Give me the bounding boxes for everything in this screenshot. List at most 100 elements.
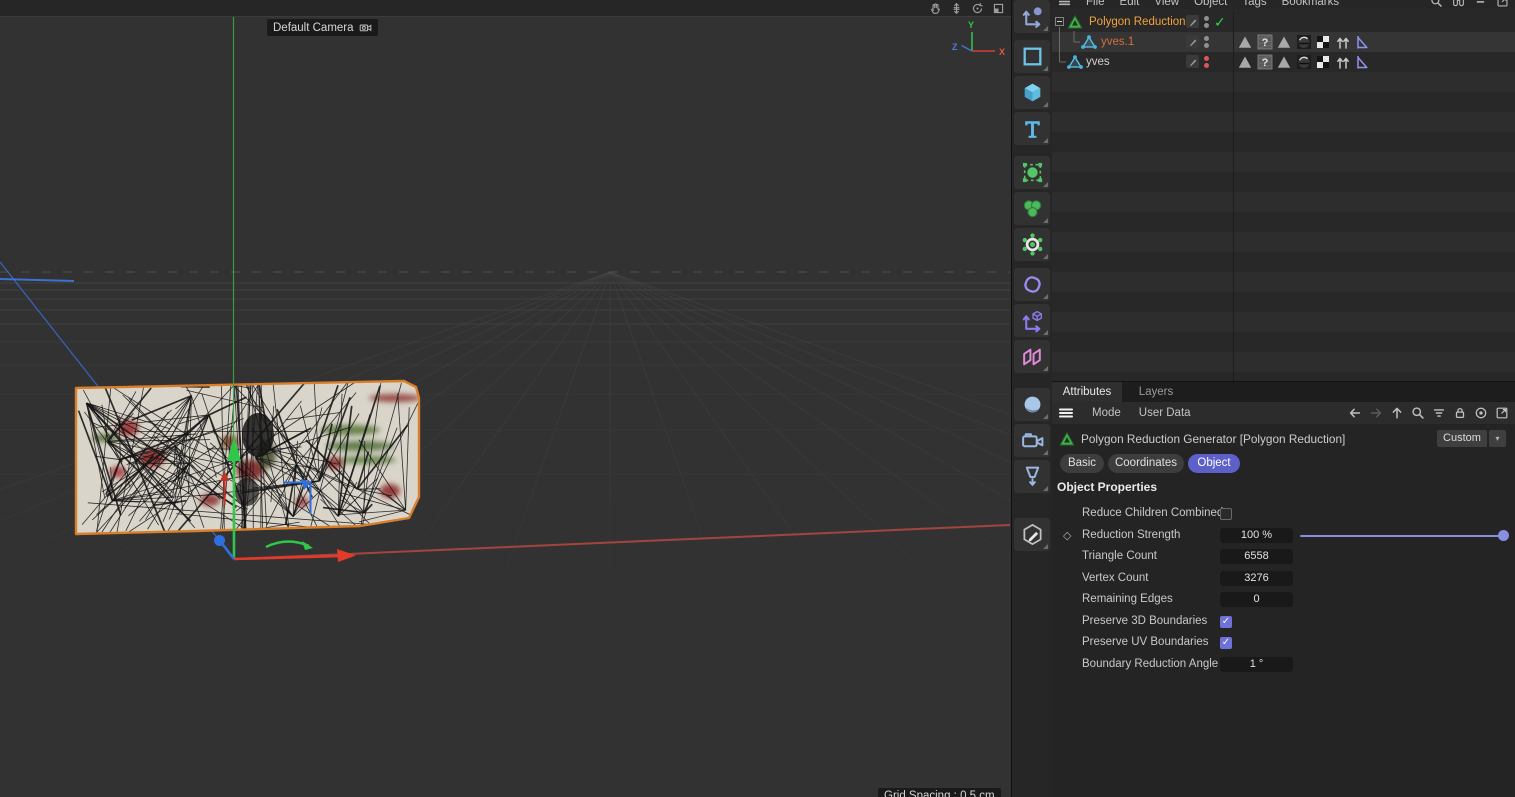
popout-icon[interactable] [1496, 0, 1509, 8]
render-visibility-dot-off[interactable] [1204, 63, 1209, 68]
user-data-menu[interactable]: User Data [1139, 407, 1191, 419]
mograph-tool-icon[interactable] [1014, 304, 1050, 337]
om-burger-icon[interactable] [1058, 0, 1071, 8]
tree-collapse-toggle[interactable] [1055, 17, 1064, 26]
selection-flag-tag-icon[interactable] [1354, 54, 1370, 70]
environment-tool-icon[interactable] [1014, 388, 1050, 421]
search-icon[interactable] [1411, 406, 1425, 420]
polygon-reduced-mesh[interactable] [76, 374, 421, 543]
binoculars-icon[interactable] [1452, 0, 1465, 8]
enable-toggle[interactable] [1186, 15, 1199, 28]
back-icon[interactable] [1348, 406, 1362, 420]
editor-visibility-dot-off[interactable] [1204, 56, 1209, 61]
preset-dropdown-arrow[interactable]: ▾ [1489, 430, 1506, 447]
camera-label-hud[interactable]: Default Camera [267, 19, 378, 36]
keyframe-diamond-icon[interactable]: ◇ [1063, 529, 1071, 542]
up-icon[interactable] [1390, 406, 1404, 420]
tab-object[interactable]: Object [1188, 454, 1240, 473]
material-tag-icon[interactable] [1296, 34, 1312, 50]
material-edit-tool-icon[interactable] [1014, 518, 1050, 551]
value-field[interactable]: 3276 [1220, 571, 1293, 586]
fields-tool-icon[interactable] [1014, 340, 1050, 373]
prop-row-preserve-uv-boundaries: Preserve UV Boundaries✓ [1052, 633, 1515, 653]
object-name-polygon-reduction[interactable]: Polygon Reduction [1089, 12, 1186, 32]
normals-tag-icon[interactable] [1335, 34, 1351, 50]
value-field[interactable]: 0 [1220, 592, 1293, 607]
uvw-tag-icon[interactable] [1315, 34, 1331, 50]
om-row-polygon-reduction[interactable]: Polygon Reduction ✓ [1052, 12, 1515, 32]
phong-tag-icon[interactable] [1237, 34, 1253, 50]
om-menu-tags[interactable]: Tags [1242, 0, 1266, 8]
preset-dropdown[interactable]: Custom [1437, 430, 1487, 447]
move-tool-icon[interactable] [1014, 0, 1050, 33]
editor-visibility-dot[interactable] [1204, 36, 1209, 41]
tab-basic[interactable]: Basic [1060, 454, 1104, 473]
om-menu-object[interactable]: Object [1194, 0, 1227, 8]
phong-tag-icon[interactable] [1276, 34, 1292, 50]
om-row-stripe [1052, 112, 1515, 132]
viewport-canvas[interactable]: YXZ [0, 0, 1011, 797]
forward-icon[interactable] [1369, 406, 1383, 420]
value-field[interactable]: 6558 [1220, 549, 1293, 564]
generator-tool-icon[interactable] [1014, 156, 1050, 189]
target-icon[interactable] [1474, 406, 1488, 420]
pan-hand-icon[interactable] [929, 2, 942, 15]
minimize-icon[interactable] [1474, 0, 1487, 8]
checkbox-checked[interactable]: ✓ [1220, 637, 1232, 649]
object-name-yves[interactable]: yves [1086, 52, 1110, 72]
om-row-stripe [1052, 372, 1515, 381]
viewport-3d[interactable]: YXZ Default Camera Grid Spacing : 0.5 cm [0, 0, 1011, 797]
slider-knob[interactable] [1498, 530, 1509, 541]
uvw-tag-icon[interactable] [1315, 54, 1331, 70]
checkbox-checked[interactable]: ✓ [1220, 616, 1232, 628]
camera-swap-icon[interactable] [359, 21, 372, 34]
tab-coordinates[interactable]: Coordinates [1108, 454, 1184, 473]
cube-primitive-tool-icon[interactable] [1014, 76, 1050, 109]
om-row-yves-1[interactable]: yves.1 ? [1052, 32, 1515, 52]
editor-visibility-dot[interactable] [1204, 16, 1209, 21]
prop-row-remaining-edges: Remaining Edges0 [1052, 590, 1515, 610]
render-visibility-dot[interactable] [1204, 23, 1209, 28]
camera-tool-icon[interactable] [1014, 424, 1050, 457]
question-texture-tag-icon[interactable]: ? [1257, 34, 1273, 50]
deformer-tool-icon[interactable] [1014, 268, 1050, 301]
text-tool-icon[interactable] [1014, 112, 1050, 145]
value-field[interactable]: 1 ° [1220, 657, 1293, 672]
mode-menu[interactable]: Mode [1092, 407, 1121, 419]
mode-burger-icon[interactable] [1058, 405, 1074, 421]
search-icon[interactable] [1430, 0, 1443, 8]
render-visibility-dot[interactable] [1204, 43, 1209, 48]
phong-tag-icon[interactable] [1237, 54, 1253, 70]
lock-icon[interactable] [1453, 406, 1467, 420]
object-name-yves-1[interactable]: yves.1 [1101, 32, 1134, 52]
enable-toggle[interactable] [1186, 55, 1199, 68]
enable-toggle[interactable] [1186, 35, 1199, 48]
light-tool-icon[interactable] [1014, 460, 1050, 493]
om-menu-view[interactable]: View [1154, 0, 1179, 8]
material-tag-icon[interactable] [1296, 54, 1312, 70]
popout-icon[interactable] [1495, 406, 1509, 420]
normals-tag-icon[interactable] [1335, 54, 1351, 70]
reduction-strength-slider[interactable] [1300, 535, 1505, 537]
om-menu-bookmarks[interactable]: Bookmarks [1282, 0, 1340, 8]
question-texture-tag-icon[interactable]: ? [1257, 54, 1273, 70]
object-properties-header[interactable]: Object Properties [1057, 480, 1157, 494]
generator-enabled-check-icon[interactable]: ✓ [1214, 12, 1226, 32]
om-menu-file[interactable]: File [1086, 0, 1105, 8]
rotate-icon[interactable] [971, 2, 984, 15]
tab-attributes[interactable]: Attributes [1052, 382, 1122, 402]
value-field[interactable]: 100 % [1220, 528, 1293, 543]
simulation-tool-icon[interactable] [1014, 228, 1050, 261]
metaball-tool-icon[interactable] [1014, 192, 1050, 225]
om-row-yves[interactable]: yves ? [1052, 52, 1515, 72]
om-menu-edit[interactable]: Edit [1120, 0, 1140, 8]
selection-flag-tag-icon[interactable] [1354, 34, 1370, 50]
checkbox-unchecked[interactable] [1220, 508, 1232, 520]
filter-icon[interactable] [1432, 406, 1446, 420]
tab-layers[interactable]: Layers [1128, 382, 1184, 402]
dolly-icon[interactable] [950, 2, 963, 15]
camera-label[interactable]: Default Camera [273, 22, 354, 34]
maximize-icon[interactable] [992, 2, 1005, 15]
phong-tag-icon[interactable] [1276, 54, 1292, 70]
spline-primitive-tool-icon[interactable] [1014, 40, 1050, 73]
